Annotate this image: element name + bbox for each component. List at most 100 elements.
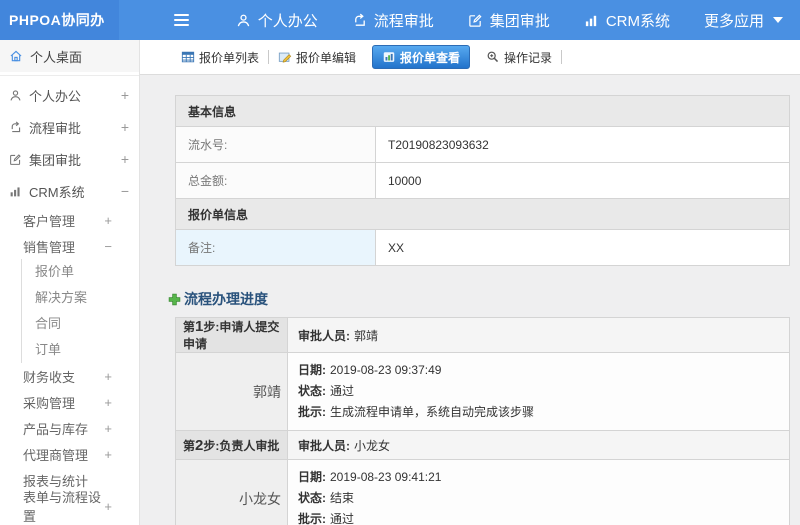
topnav-label: 流程审批 [373,12,434,30]
approver-name-cell: 小龙女 [175,459,288,525]
step-header-row: 第1步:申请人提交申请 审批人员: 郭靖 [175,317,790,353]
sidebar-item-form-workflow-settings[interactable]: 表单与流程设置 + [0,490,139,524]
section-header-row: 报价单信息 [175,198,790,230]
expand-toggle[interactable]: + [121,119,129,135]
collapse-toggle[interactable]: − [104,239,112,254]
detail-line-status: 状态: 通过 [298,384,355,398]
sidebar-item-crm-system[interactable]: CRM系统 − [0,175,139,207]
app-logo: PHPOA协同办公软件 [0,0,119,68]
workflow-icon [354,13,365,26]
magnifier-icon [487,51,499,63]
sidebar-item-finance[interactable]: 财务收支 + [0,363,139,389]
sidebar-item-label: 个人办公 [29,88,82,104]
bar-chart-icon [585,15,596,26]
sidebar-item-label: 产品与库存 [23,421,89,437]
topbar: PHPOA协同办公软件 个人办公 流程审批 集团审批 CRM系统 更多应用 [0,0,800,68]
tab-separator [561,50,563,64]
sidebar-item-contract[interactable]: 合同 [22,311,139,337]
detail-line-date: 日期: 2019-08-23 09:37:49 [298,363,442,377]
topnav-label: 更多应用 [703,12,764,30]
sidebar-lower-group: 财务收支 + 采购管理 + 产品与库存 + 代理商管理 + 报表与统计 表单与流… [0,363,139,525]
approver-label: 审批人员: [298,328,350,343]
step-detail-row: 郭靖 日期: 2019-08-23 09:37:49 状态: 通过 批示: 生成流程申… [175,352,790,431]
expand-toggle[interactable]: + [121,87,129,103]
sidebar-item-label: 个人桌面 [30,49,83,65]
sidebar-item-solution[interactable]: 解决方案 [22,285,139,311]
table-row: 总金额: 10000 [175,162,790,199]
table-row: 流水号: T20190823093632 [175,126,790,163]
approver-name: 郭靖 [354,328,379,343]
sidebar-item-label: 流程审批 [29,120,82,136]
step-detail-cell: 日期: 2019-08-23 09:41:21 状态: 结束 批示: 通过 [287,459,790,525]
chevron-down-icon [773,17,783,23]
green-plus-icon [168,293,181,305]
topnav-crm-system[interactable]: CRM系统 [584,10,670,31]
sidebar-item-purchasing[interactable]: 采购管理 + [0,389,139,415]
sidebar-sales-submenu: 报价单 解决方案 合同 订单 [21,259,139,363]
topnav-label: CRM系统 [605,12,670,30]
tab-quotation-edit[interactable]: 报价单编辑 [269,49,365,66]
sidebar-item-label: 集团审批 [29,152,82,168]
field-label: 总金额: [175,162,376,199]
sidebar-divider [0,75,139,76]
step-title: 第2步:负责人审批 [175,430,288,460]
sidebar-item-label: 表单与流程设置 [23,490,102,524]
person-icon [10,89,21,101]
field-label: 备注: [175,229,376,266]
expand-toggle[interactable]: + [121,151,129,167]
collapse-toggle[interactable]: − [121,183,129,199]
detail-line-date: 日期: 2019-08-23 09:41:21 [298,470,442,484]
sidebar-item-order[interactable]: 订单 [22,337,139,363]
tab-label: 报价单列表 [199,50,260,65]
expand-toggle[interactable]: + [104,447,112,462]
heading-label: 流程办理进度 [184,291,268,307]
sidebar-item-sales-management[interactable]: 销售管理 − [0,233,139,259]
sidebar-item-products-inventory[interactable]: 产品与库存 + [0,415,139,441]
sidebar-item-personal-office[interactable]: 个人办公 + [0,79,139,111]
edit-icon [10,153,21,165]
topnav-workflow-approval[interactable]: 流程审批 [352,10,434,31]
topnav-more-apps[interactable]: 更多应用 [704,10,783,31]
sidebar-item-agent-management[interactable]: 代理商管理 + [0,441,139,467]
table-list-icon [181,51,195,63]
expand-toggle[interactable]: + [104,421,112,436]
approver-cell: 审批人员: 郭靖 [287,317,790,353]
step-detail-row: 小龙女 日期: 2019-08-23 09:41:21 状态: 结束 批示: 通过 [175,459,790,525]
sidebar-item-label: 财务收支 [23,369,76,385]
serial-number-value: T20190823093632 [375,126,790,163]
sidebar-item-workflow-approval[interactable]: 流程审批 + [0,111,139,143]
sidebar-item-quotation[interactable]: 报价单 [22,259,139,285]
section-title: 基本信息 [175,95,790,127]
approver-label: 审批人员: [298,438,350,453]
step-title: 第1步:申请人提交申请 [175,317,288,353]
hamburger-icon[interactable] [173,11,189,29]
tab-label: 报价单查看 [400,50,461,65]
sidebar-item-customer-management[interactable]: 客户管理 + [0,207,139,233]
step-detail-cell: 日期: 2019-08-23 09:37:49 状态: 通过 批示: 生成流程申请单，… [287,352,790,431]
expand-toggle[interactable]: + [104,499,112,514]
topnav-label: 集团审批 [489,12,550,30]
view-icon [383,52,395,62]
tab-bar: 报价单列表 报价单编辑 报价单查看 操作记录 [140,40,800,75]
tab-operation-log[interactable]: 操作记录 [477,49,561,66]
expand-toggle[interactable]: + [104,213,112,228]
tab-label: 报价单编辑 [296,50,357,65]
field-label: 流水号: [175,126,376,163]
expand-toggle[interactable]: + [104,395,112,410]
topnav-personal-office[interactable]: 个人办公 [236,10,318,31]
section-header-row: 基本信息 [175,95,790,127]
top-navigation: 个人办公 流程审批 集团审批 CRM系统 更多应用 [219,10,800,31]
sidebar-item-label: 客户管理 [23,213,76,229]
tab-quotation-view[interactable]: 报价单查看 [372,45,471,69]
sidebar-item-label: 采购管理 [23,395,76,411]
topnav-group-approval[interactable]: 集团审批 [468,10,550,31]
home-icon [10,50,22,62]
expand-toggle[interactable]: + [104,369,112,384]
sidebar-item-group-approval[interactable]: 集团审批 + [0,143,139,175]
table-row: 备注: XX [175,229,790,266]
tab-quotation-list[interactable]: 报价单列表 [172,49,268,66]
total-amount-value: 10000 [375,162,790,199]
sidebar-item-desktop[interactable]: 个人桌面 [0,40,139,72]
edit-icon [469,13,482,27]
workflow-progress-heading: 流程办理进度 [168,289,790,309]
